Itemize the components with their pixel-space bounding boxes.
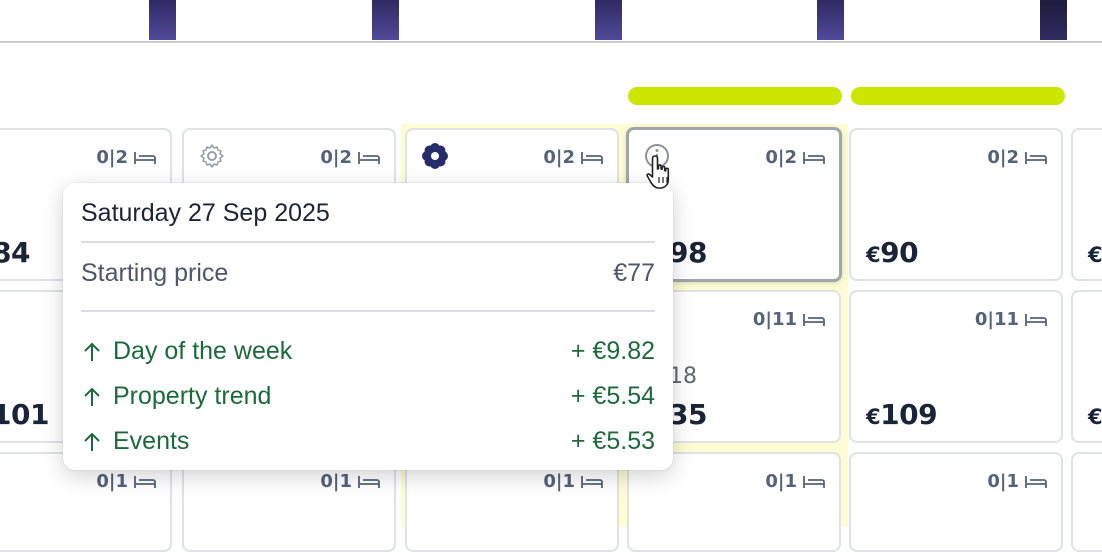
availability: 0|1 bbox=[765, 471, 825, 492]
availability: 0|2 bbox=[320, 147, 380, 168]
availability: 0|1 bbox=[987, 471, 1047, 492]
price: 84 bbox=[0, 236, 30, 269]
availability: 0|1 bbox=[96, 471, 156, 492]
bed-icon bbox=[358, 151, 380, 164]
price: € bbox=[1088, 243, 1102, 267]
price: €109 bbox=[866, 398, 938, 431]
day-cell[interactable]: 0|2 €90 bbox=[849, 128, 1063, 281]
bed-icon bbox=[581, 151, 603, 164]
bed-icon bbox=[134, 475, 156, 488]
starting-price-value: €77 bbox=[613, 259, 655, 287]
day-cell[interactable]: € bbox=[1071, 128, 1102, 281]
occupancy-bar bbox=[149, 0, 176, 40]
hand-cursor-icon bbox=[646, 155, 670, 189]
availability: 0|2 bbox=[765, 147, 825, 168]
adjustment-label: Day of the week bbox=[113, 337, 293, 365]
secondary-price: 18 bbox=[669, 364, 697, 389]
availability: 0|2 bbox=[987, 147, 1047, 168]
adjustment-row: Property trend + €5.54 bbox=[81, 382, 655, 411]
day-cell[interactable] bbox=[1071, 452, 1102, 552]
starting-price-label: Starting price bbox=[81, 259, 229, 287]
adjustment-value: + €5.53 bbox=[570, 427, 655, 455]
occupancy-bar bbox=[817, 0, 844, 40]
availability: 0|11 bbox=[975, 309, 1047, 330]
availability: 0|1 bbox=[543, 471, 603, 492]
bed-icon bbox=[581, 475, 603, 488]
adjustment-value: + €5.54 bbox=[570, 382, 655, 410]
bed-icon bbox=[1025, 313, 1047, 326]
price: 35 bbox=[669, 398, 707, 431]
flower-gear-icon[interactable] bbox=[421, 142, 449, 170]
gear-outline-icon[interactable] bbox=[198, 142, 226, 170]
bed-icon bbox=[134, 151, 156, 164]
price: 101 bbox=[0, 398, 49, 431]
adjustment-row: Day of the week + €9.82 bbox=[81, 337, 655, 366]
price-breakdown-tooltip: Saturday 27 Sep 2025 Starting price €77 … bbox=[63, 183, 673, 470]
day-cell[interactable]: € bbox=[1071, 290, 1102, 443]
divider bbox=[81, 241, 655, 243]
arrow-up-icon bbox=[84, 387, 100, 406]
occupancy-bar bbox=[372, 0, 399, 40]
bed-icon bbox=[803, 313, 825, 326]
day-cell[interactable]: 0|11 €109 bbox=[849, 290, 1063, 443]
tooltip-date: Saturday 27 Sep 2025 bbox=[81, 199, 330, 227]
bed-icon bbox=[1025, 151, 1047, 164]
availability: 0|2 bbox=[543, 147, 603, 168]
arrow-up-icon bbox=[84, 342, 100, 361]
adjustment-label: Property trend bbox=[113, 382, 272, 410]
event-bar[interactable] bbox=[851, 87, 1065, 105]
adjustment-row: Events + €5.53 bbox=[81, 427, 655, 456]
bed-icon bbox=[358, 475, 380, 488]
price: €90 bbox=[866, 236, 919, 269]
availability: 0|1 bbox=[320, 471, 380, 492]
price: 98 bbox=[669, 236, 707, 269]
day-cell[interactable]: 0|1 bbox=[849, 452, 1063, 552]
bed-icon bbox=[1025, 475, 1047, 488]
availability: 0|2 bbox=[96, 147, 156, 168]
occupancy-strip bbox=[0, 0, 1102, 43]
event-bar[interactable] bbox=[628, 87, 842, 105]
adjustment-label: Events bbox=[113, 427, 190, 455]
occupancy-bar bbox=[1040, 0, 1067, 40]
bed-icon bbox=[803, 475, 825, 488]
arrow-up-icon bbox=[84, 432, 100, 451]
availability: 0|11 bbox=[753, 309, 825, 330]
price: € bbox=[1088, 405, 1102, 429]
occupancy-bar bbox=[595, 0, 622, 40]
divider bbox=[81, 310, 655, 312]
starting-price-row: Starting price €77 bbox=[81, 259, 655, 288]
adjustment-value: + €9.82 bbox=[570, 337, 655, 365]
bed-icon bbox=[803, 151, 825, 164]
